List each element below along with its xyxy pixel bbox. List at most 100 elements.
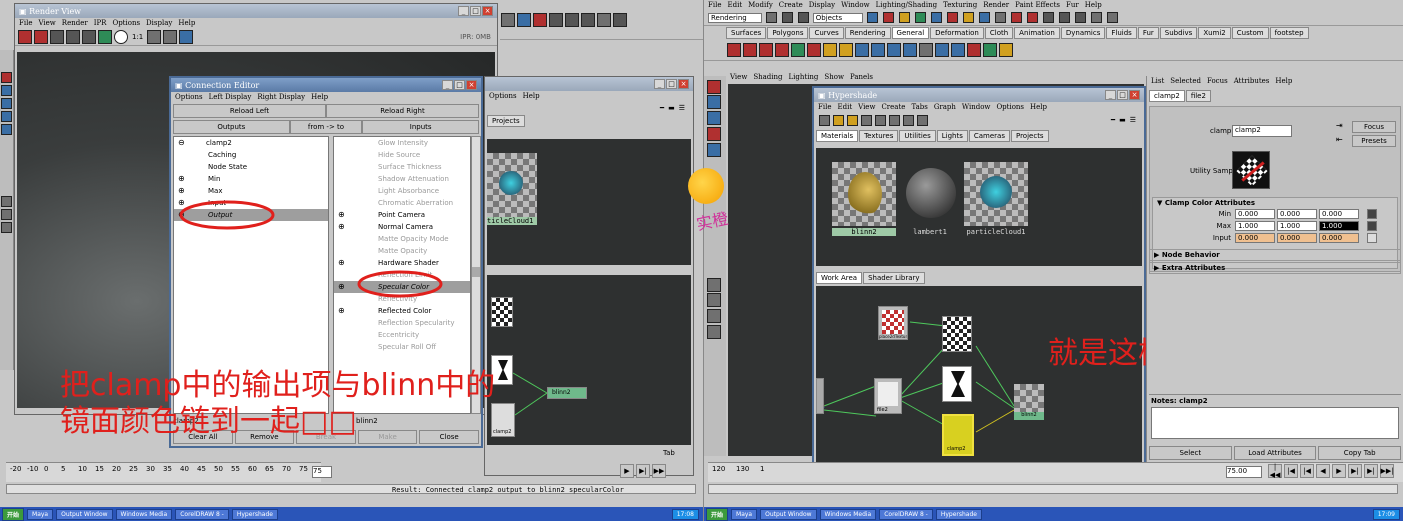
- snap-icon[interactable]: [883, 12, 895, 23]
- input-item-specular-color[interactable]: ⊕ Specular Color: [334, 281, 470, 293]
- shelf-tab-footstep[interactable]: footstep: [1269, 27, 1309, 39]
- attr-field-min-1[interactable]: 0.000: [1277, 209, 1317, 219]
- inputs-button[interactable]: Inputs: [362, 120, 479, 134]
- shelf-icon[interactable]: [983, 42, 997, 57]
- scale-tool-icon[interactable]: [707, 143, 721, 157]
- shelf-icon[interactable]: [951, 42, 965, 57]
- tab-projects[interactable]: Projects: [487, 115, 525, 127]
- render-view-menu-display[interactable]: Display: [146, 19, 172, 27]
- attr-field-min-0[interactable]: 0.000: [1235, 209, 1275, 219]
- taskbar-windows-media[interactable]: Windows Media: [115, 508, 173, 520]
- copy-icon[interactable]: ⇤: [1336, 135, 1343, 144]
- select-icon[interactable]: [597, 13, 611, 27]
- output-item-output[interactable]: ⊕ Output: [174, 209, 328, 221]
- hypershade-work-tab-work-area[interactable]: Work Area: [816, 272, 863, 284]
- attr-field-input-1[interactable]: 0.000: [1277, 233, 1317, 243]
- attribute-editor-menu-help[interactable]: Help: [1275, 77, 1292, 85]
- input-node[interactable]: [816, 378, 824, 414]
- taskbar-coreldraw-8[interactable]: CorelDRAW 8 -: [879, 508, 933, 520]
- shelf-icon[interactable]: [727, 42, 741, 57]
- next-key-button[interactable]: ▶|: [1348, 464, 1362, 478]
- render-icon[interactable]: [1075, 12, 1087, 23]
- graph-icon[interactable]: [875, 114, 886, 126]
- rotate-tool-icon[interactable]: [1, 111, 12, 122]
- main-menu-display[interactable]: Display: [809, 1, 835, 9]
- shelf-tab-fluids[interactable]: Fluids: [1106, 27, 1137, 39]
- taskbar-hypershade[interactable]: Hypershade: [935, 508, 982, 520]
- shelf-icon[interactable]: [823, 42, 837, 57]
- mode-selector[interactable]: Rendering: [708, 12, 762, 23]
- shelf-tab-dynamics[interactable]: Dynamics: [1060, 27, 1106, 39]
- go-start-button[interactable]: |◀◀: [1268, 463, 1282, 479]
- extra-attributes-section-header[interactable]: ▶ Extra Attributes: [1149, 262, 1401, 274]
- taskbar-hypershade[interactable]: Hypershade: [231, 508, 278, 520]
- hypershade-tab-cameras[interactable]: Cameras: [968, 130, 1010, 142]
- scale-tool-icon[interactable]: [1, 124, 12, 135]
- dash-icon[interactable]: ━: [1111, 116, 1115, 124]
- particle-swatch[interactable]: [487, 153, 537, 223]
- connection-editor-titlebar[interactable]: ▣ Connection Editor _ □ ×: [171, 78, 481, 92]
- output-item-max[interactable]: ⊕ Max: [174, 185, 328, 197]
- shelf-icon[interactable]: [759, 42, 773, 57]
- render-view-menu-file[interactable]: File: [19, 19, 32, 27]
- camera-icon[interactable]: [179, 29, 194, 44]
- attribute-editor-tab-clamp2[interactable]: clamp2: [1149, 90, 1185, 102]
- render-icon[interactable]: [581, 13, 595, 27]
- shelf-tab-xumi2[interactable]: Xumi2: [1198, 27, 1231, 39]
- graph-icon[interactable]: [889, 114, 900, 126]
- grid-icon[interactable]: ☰: [1130, 116, 1136, 124]
- file-node-bw[interactable]: file2: [874, 378, 902, 414]
- left-hypershade-titlebar[interactable]: _ □ ×: [485, 77, 693, 91]
- attr-field-max-1[interactable]: 1.000: [1277, 221, 1317, 231]
- hypershade-menu-edit[interactable]: Edit: [837, 103, 852, 111]
- blinn2-node[interactable]: [1014, 384, 1044, 414]
- dash-icon[interactable]: ▬: [668, 104, 675, 112]
- move-tool-icon[interactable]: [707, 111, 721, 125]
- hypershade-menu-window[interactable]: Window: [962, 103, 991, 111]
- panel-menu-lighting[interactable]: Lighting: [789, 73, 819, 81]
- step-back-button[interactable]: |◀: [1284, 464, 1298, 478]
- close-button[interactable]: ×: [466, 80, 477, 90]
- main-menu-paint-effects[interactable]: Paint Effects: [1015, 1, 1060, 9]
- maximize-button[interactable]: □: [470, 6, 481, 16]
- checker-node[interactable]: [942, 316, 972, 352]
- main-menu-edit[interactable]: Edit: [727, 1, 742, 9]
- snap-icon[interactable]: [931, 12, 943, 23]
- panel-icon[interactable]: [1091, 12, 1103, 23]
- select-tool-icon[interactable]: [707, 80, 721, 94]
- dash-icon[interactable]: ▬: [1119, 116, 1126, 124]
- color-slider-icon[interactable]: [1367, 221, 1377, 231]
- snap-icon[interactable]: [867, 12, 879, 23]
- particlecloud1-swatch[interactable]: [964, 162, 1028, 226]
- step-forward-button[interactable]: ▶|: [636, 464, 650, 478]
- tool-icon[interactable]: [613, 13, 627, 27]
- taskbar-item[interactable]: 开始: [706, 507, 729, 521]
- tool-icon[interactable]: [797, 12, 809, 23]
- expand-icon[interactable]: ⊕: [338, 281, 345, 293]
- reload-left-button[interactable]: Reload Left: [173, 104, 326, 118]
- main-menu-window[interactable]: Window: [841, 1, 870, 9]
- zoom-level[interactable]: 1:1: [132, 33, 143, 41]
- panel-icon[interactable]: [1107, 12, 1119, 23]
- shelf-icon[interactable]: [855, 42, 869, 57]
- lasso-tool-icon[interactable]: [707, 95, 721, 109]
- shelf-icon[interactable]: [839, 42, 853, 57]
- left-hypershade-menu-options[interactable]: Options: [489, 92, 517, 100]
- snapshot-icon[interactable]: [50, 29, 64, 44]
- shelf-tab-general[interactable]: General: [891, 27, 930, 39]
- presets-button[interactable]: Presets: [1352, 135, 1396, 147]
- hypershade-menu-graph[interactable]: Graph: [934, 103, 956, 111]
- clamp2-node[interactable]: clamp2: [942, 414, 974, 456]
- shelf-tab-polygons[interactable]: Polygons: [767, 27, 809, 39]
- back-arrow-icon[interactable]: [833, 114, 844, 126]
- connection-editor-menu-help[interactable]: Help: [311, 93, 328, 101]
- taskbar-output-window[interactable]: Output Window: [760, 508, 817, 520]
- load-attributes-button[interactable]: Load Attributes: [1233, 446, 1317, 460]
- taskbar-maya[interactable]: Maya: [27, 508, 54, 520]
- graph-icon[interactable]: [903, 114, 914, 126]
- attribute-editor-menu-focus[interactable]: Focus: [1207, 77, 1228, 85]
- forward-arrow-icon[interactable]: [847, 114, 858, 126]
- link-icon[interactable]: ⇥: [1336, 121, 1343, 130]
- node-name-field[interactable]: clamp2: [1232, 125, 1292, 137]
- graph-icon[interactable]: [917, 114, 928, 126]
